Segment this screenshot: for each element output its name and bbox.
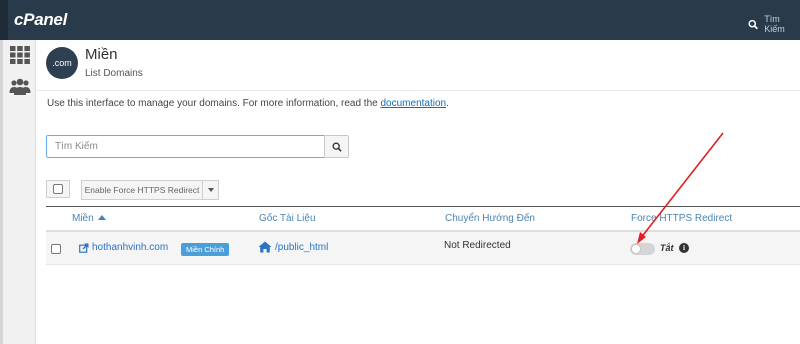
main-domain-badge: Miền Chính [181,243,230,256]
sidebar-edge [0,40,3,344]
force-https-dropdown-toggle[interactable] [202,180,219,200]
page-title: Miền [85,46,118,63]
sidebar [0,40,36,344]
navbar-edge [0,0,8,40]
search-button[interactable] [324,135,349,158]
select-all-checkbox[interactable] [46,180,70,198]
row-checkbox[interactable] [51,244,61,254]
home-icon[interactable] [258,241,272,253]
domain-page-icon: .com [46,47,78,79]
column-header-document-root[interactable]: Gốc Tài Liệu [259,213,316,224]
force-https-state-label: Tắt [660,243,674,253]
table-top-border [46,206,800,207]
description-text: Use this interface to manage your domain… [47,98,381,109]
header-search-label[interactable]: Tìm Kiếm [764,14,800,34]
table-row: hothanhvinh.com Miền Chính /public_html … [46,232,800,265]
documentation-link[interactable]: documentation [381,98,447,109]
external-link-icon[interactable] [79,243,89,253]
caret-down-icon [207,188,214,192]
redirect-status: Not Redirected [444,240,511,251]
toggle-knob[interactable] [631,244,641,254]
header-search[interactable]: Tìm Kiếm [748,14,800,34]
document-root-link[interactable]: /public_html [275,242,328,253]
column-header-redirects-to[interactable]: Chuyển Hướng Đến [445,213,535,224]
users-icon[interactable] [9,77,31,97]
column-header-force-https[interactable]: Force HTTPS Redirect [631,213,732,224]
enable-force-https-button[interactable]: Enable Force HTTPS Redirect [81,180,203,200]
grid-icon[interactable] [9,45,31,65]
checkbox[interactable] [53,184,63,194]
page-description: Use this interface to manage your domain… [47,98,449,109]
search-icon[interactable] [748,19,758,30]
info-icon[interactable]: i [679,243,689,253]
force-https-toggle[interactable] [630,243,655,255]
title-divider [37,90,800,91]
column-header-domain-label[interactable]: Miền [72,213,94,224]
column-header-domain[interactable]: Miền [72,213,106,224]
domain-link[interactable]: hothanhvinh.com [92,242,168,253]
search-icon [332,142,342,152]
cpanel-logo[interactable]: cPanel [14,10,67,30]
domain-search-input[interactable] [46,135,325,158]
page-subtitle: List Domains [85,68,143,79]
description-suffix: . [446,98,449,109]
sort-asc-icon[interactable] [97,215,106,220]
top-navbar: cPanel Tìm Kiếm [0,0,800,40]
main-content: .com Miền List Domains Use this interfac… [37,40,800,344]
